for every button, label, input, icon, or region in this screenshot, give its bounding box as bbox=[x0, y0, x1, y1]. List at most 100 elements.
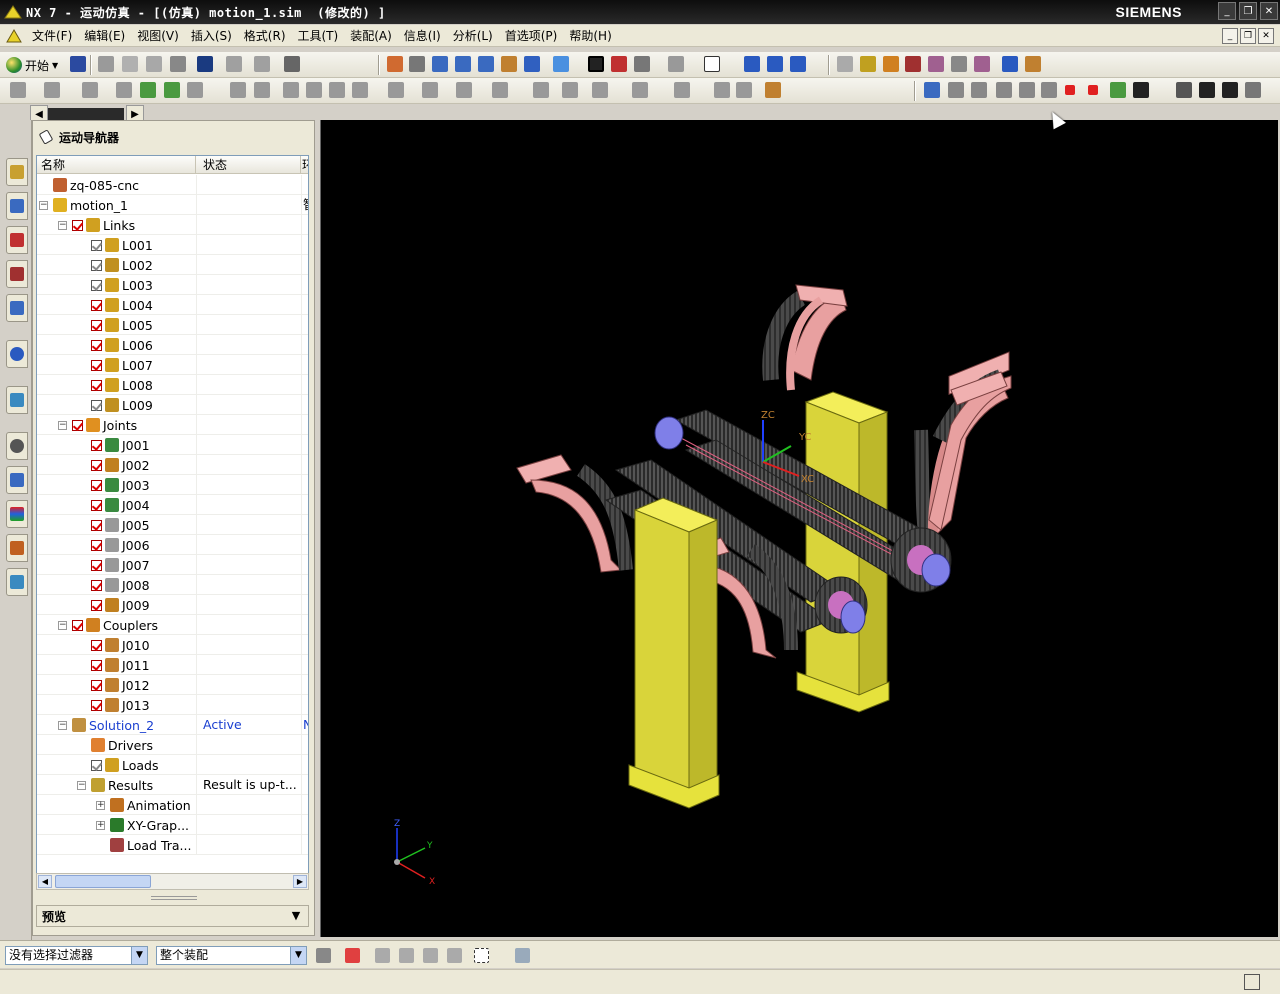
tree-node[interactable]: L002 bbox=[77, 255, 153, 275]
revolve-icon[interactable] bbox=[254, 82, 270, 98]
visibility-checkbox[interactable] bbox=[91, 279, 102, 291]
tree-row[interactable]: − Couplers bbox=[37, 615, 308, 635]
wcs-icon[interactable] bbox=[767, 56, 783, 72]
panel-splitter[interactable] bbox=[151, 896, 197, 900]
constraint-icon[interactable] bbox=[456, 82, 472, 98]
environment-icon[interactable] bbox=[765, 82, 781, 98]
tree-node[interactable]: J009 bbox=[77, 595, 150, 615]
rail-tab-system-materials[interactable] bbox=[6, 466, 28, 494]
collapse-icon[interactable]: − bbox=[77, 780, 86, 790]
tree-node[interactable]: L008 bbox=[77, 375, 153, 395]
tree-node[interactable]: − Couplers bbox=[58, 615, 158, 635]
tree-row[interactable]: L001 bbox=[37, 235, 308, 255]
orient-view-icon[interactable] bbox=[744, 56, 760, 72]
visibility-checkbox[interactable] bbox=[72, 419, 83, 431]
chevron-down-icon[interactable]: ▼ bbox=[288, 908, 304, 924]
select-edge-icon[interactable] bbox=[447, 948, 462, 963]
tree-row[interactable]: J006 bbox=[37, 535, 308, 555]
perspective-icon[interactable] bbox=[524, 56, 540, 72]
menu-tools[interactable]: 工具(T) bbox=[292, 27, 345, 44]
rail-tab-reuse-library[interactable] bbox=[6, 294, 28, 322]
step-back-icon[interactable] bbox=[971, 82, 987, 98]
visibility-checkbox[interactable] bbox=[91, 599, 102, 611]
rotate-icon[interactable] bbox=[478, 56, 494, 72]
visibility-checkbox[interactable] bbox=[91, 519, 102, 531]
tree-row[interactable]: J010 bbox=[37, 635, 308, 655]
snap-icon[interactable] bbox=[44, 82, 60, 98]
model-color-icon[interactable] bbox=[611, 56, 627, 72]
tree-node[interactable]: Drivers bbox=[77, 735, 153, 755]
step-forward-icon[interactable] bbox=[1019, 82, 1035, 98]
solution-gray-icon[interactable] bbox=[533, 82, 549, 98]
select-all-icon[interactable] bbox=[345, 948, 360, 963]
tree-row[interactable]: L002 bbox=[37, 255, 308, 275]
visibility-checkbox[interactable] bbox=[91, 759, 102, 771]
tree-row[interactable]: + XY-Grap... bbox=[37, 815, 308, 835]
tree-node[interactable]: − Joints bbox=[58, 415, 137, 435]
tree-row[interactable]: − Solution_2 Active N bbox=[37, 715, 308, 735]
tree-node[interactable]: + XY-Grap... bbox=[96, 815, 189, 835]
snap-points-icon[interactable] bbox=[316, 948, 331, 963]
trace-icon[interactable] bbox=[1025, 56, 1041, 72]
select-face-icon[interactable] bbox=[423, 948, 438, 963]
doc-close-button[interactable]: ✕ bbox=[1258, 28, 1274, 44]
view-frame-icon[interactable] bbox=[704, 56, 720, 72]
back-icon[interactable] bbox=[140, 82, 156, 98]
tree-row[interactable]: J011 bbox=[37, 655, 308, 675]
paste-icon[interactable] bbox=[146, 56, 162, 72]
zoom-window-icon[interactable] bbox=[409, 56, 425, 72]
link-gray-icon[interactable] bbox=[306, 82, 322, 98]
tree-node[interactable]: J005 bbox=[77, 515, 150, 535]
rail-tab-visualization[interactable] bbox=[6, 500, 28, 528]
graphics-viewport[interactable]: ZC YC XC Z Y X bbox=[320, 120, 1278, 937]
tree-row[interactable]: J005 bbox=[37, 515, 308, 535]
tree-node[interactable]: J001 bbox=[77, 435, 150, 455]
tree-row[interactable]: L008 bbox=[37, 375, 308, 395]
delete-icon[interactable] bbox=[170, 56, 186, 72]
rail-tab-system-scenes[interactable] bbox=[6, 568, 28, 596]
visibility-checkbox[interactable] bbox=[91, 679, 102, 691]
finish-flag-icon[interactable] bbox=[1133, 82, 1149, 98]
visibility-checkbox[interactable] bbox=[91, 639, 102, 651]
tree-row[interactable]: Drivers bbox=[37, 735, 308, 755]
collapse-icon[interactable]: − bbox=[39, 200, 48, 210]
visibility-checkbox[interactable] bbox=[91, 659, 102, 671]
visibility-checkbox[interactable] bbox=[91, 579, 102, 591]
tree-node[interactable]: + Animation bbox=[96, 795, 191, 815]
visibility-checkbox[interactable] bbox=[91, 459, 102, 471]
background-icon[interactable] bbox=[668, 56, 684, 72]
column-header-status[interactable]: 状态 bbox=[197, 156, 301, 174]
graph-gray-icon[interactable] bbox=[674, 82, 690, 98]
menu-preferences[interactable]: 首选项(P) bbox=[499, 27, 564, 44]
tree-row[interactable]: J003 bbox=[37, 475, 308, 495]
visibility-checkbox[interactable] bbox=[91, 259, 102, 271]
measure-icon[interactable] bbox=[1002, 56, 1018, 72]
loop-icon[interactable] bbox=[1110, 82, 1126, 98]
navigator-horizontal-scrollbar[interactable]: ◀ ▶ bbox=[36, 873, 309, 890]
tree-row[interactable]: L007 bbox=[37, 355, 308, 375]
tree-row[interactable]: L009 bbox=[37, 395, 308, 415]
tree-node[interactable]: L001 bbox=[77, 235, 153, 255]
export-movie-icon[interactable] bbox=[1245, 82, 1261, 98]
visibility-checkbox[interactable] bbox=[72, 219, 83, 231]
tree-row[interactable]: − Links bbox=[37, 215, 308, 235]
menu-analysis[interactable]: 分析(L) bbox=[447, 27, 499, 44]
tree-node[interactable]: − Solution_2 bbox=[58, 715, 154, 735]
nx-menu-icon[interactable] bbox=[6, 28, 22, 44]
scroll-right-arrow-icon[interactable]: ▶ bbox=[293, 875, 307, 888]
select-icon[interactable] bbox=[10, 82, 26, 98]
tree-node[interactable]: J007 bbox=[77, 555, 150, 575]
visibility-checkbox[interactable] bbox=[91, 319, 102, 331]
tree-row[interactable]: Load Tra... bbox=[37, 835, 308, 855]
visibility-checkbox[interactable] bbox=[91, 439, 102, 451]
tree-row[interactable]: L006 bbox=[37, 335, 308, 355]
tree-row[interactable]: − Results Result is up-t... bbox=[37, 775, 308, 795]
command-finder-icon[interactable] bbox=[254, 56, 270, 72]
collapse-icon[interactable]: − bbox=[58, 620, 67, 630]
repeat-command-icon[interactable] bbox=[226, 56, 242, 72]
close-button[interactable]: ✕ bbox=[1260, 2, 1278, 20]
rail-tab-hd3d[interactable] bbox=[6, 340, 28, 368]
tree-row[interactable]: J002 bbox=[37, 455, 308, 475]
column-header-extra[interactable]: 环 bbox=[302, 156, 308, 174]
wcs-dynamic-icon[interactable] bbox=[790, 56, 806, 72]
